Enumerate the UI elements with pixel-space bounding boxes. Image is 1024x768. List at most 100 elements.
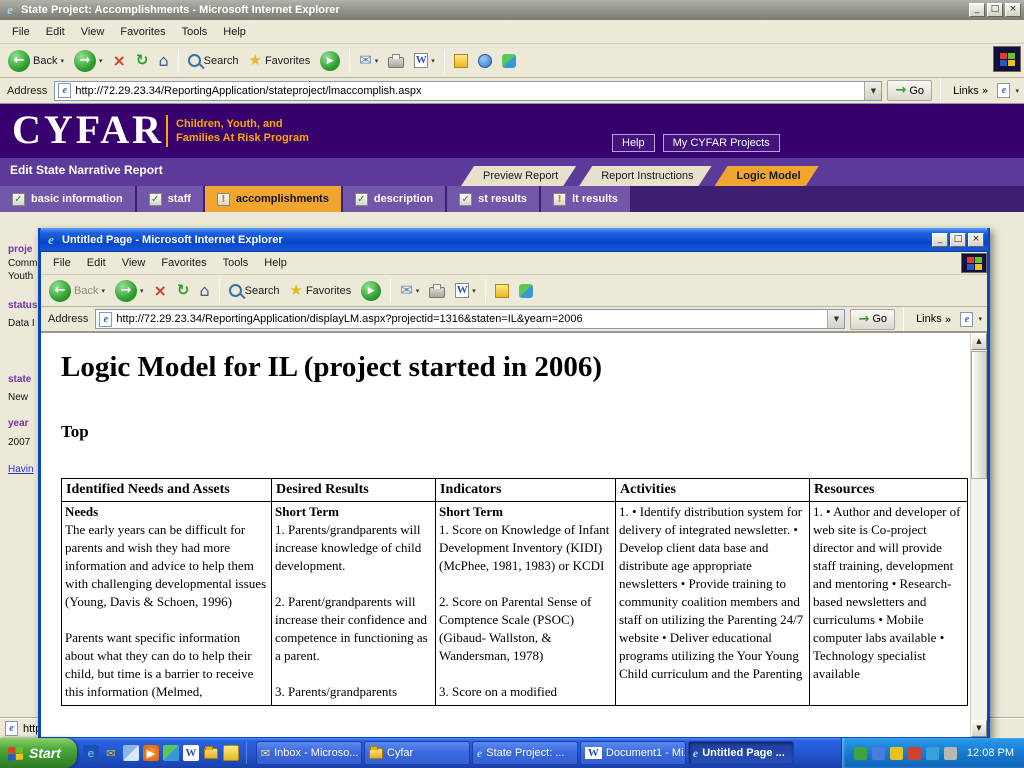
help-button[interactable]: Help [612,134,655,152]
menu-edit[interactable]: Edit [38,22,73,42]
ie-icon[interactable]: e [83,745,99,761]
show-desktop-icon[interactable] [123,745,139,761]
folder-icon[interactable] [203,745,219,761]
popup-maximize-button[interactable]: □ [950,233,966,247]
menu-help[interactable]: Help [256,253,295,273]
scroll-down-icon[interactable]: ▼ [971,720,987,737]
home-button[interactable]: ⌂ [195,281,213,301]
extra-dropdown-icon[interactable]: ▾ [978,315,982,323]
tray-icon-4[interactable] [908,747,921,760]
taskbar-button-untitled-page[interactable]: e Untitled Page ... [688,741,794,765]
refresh-button[interactable]: ↻ [173,281,194,300]
notes-icon[interactable] [223,745,239,761]
tray-icon-2[interactable] [872,747,885,760]
menu-edit[interactable]: Edit [79,253,114,273]
start-button[interactable]: Start [0,738,77,768]
tab-report-instructions[interactable]: Report Instructions [579,166,711,186]
forward-button[interactable]: → ▾ [70,48,107,74]
top-anchor-link[interactable]: Top [61,422,89,442]
favorites-button[interactable]: ★ Favorites [286,281,356,300]
messenger-icon[interactable] [163,745,179,761]
media-button[interactable]: ▶ [357,279,385,303]
extra-dropdown-icon[interactable]: ▾ [1015,87,1019,95]
close-button[interactable]: × [1005,3,1021,17]
links-button[interactable]: Links » [912,313,955,325]
stop-button[interactable]: × [109,51,130,71]
tab-preview-report[interactable]: Preview Report [461,166,576,186]
sidebar-link[interactable]: Havin [8,464,34,475]
forward-dropdown-icon[interactable]: ▾ [140,287,144,295]
mail-button[interactable]: ✉ ▾ [396,281,423,300]
address-input[interactable]: e http://72.29.23.34/ReportingApplicatio… [95,309,845,329]
menu-tools[interactable]: Tools [174,22,216,42]
mail-button[interactable]: ✉ ▾ [355,51,382,70]
media-button[interactable]: ▶ [316,49,344,73]
taskbar-button-state-project[interactable]: e State Project: ... [472,741,578,765]
messenger-button[interactable] [515,282,537,300]
popup-minimize-button[interactable]: _ [932,233,948,247]
menu-favorites[interactable]: Favorites [112,22,173,42]
tab-st-results[interactable]: ✓ st results [447,186,539,212]
tab-lt-results[interactable]: ! lt results [541,186,630,212]
mail-dropdown-icon[interactable]: ▾ [416,287,420,295]
menu-help[interactable]: Help [215,22,254,42]
tab-description[interactable]: ✓ description [343,186,445,212]
forward-button[interactable]: → ▾ [111,278,148,304]
norton-icon[interactable]: e [960,312,973,327]
tab-staff[interactable]: ✓ staff [137,186,203,212]
minimize-button[interactable]: _ [969,3,985,17]
address-value[interactable]: http://72.29.23.34/ReportingApplication/… [116,313,823,325]
main-title-bar[interactable]: e State Project: Accomplishments - Micro… [0,0,1024,20]
tab-basic-information[interactable]: ✓ basic information [0,186,135,212]
go-button[interactable]: → Go [887,80,932,101]
menu-file[interactable]: File [45,253,79,273]
print-button[interactable] [425,281,449,300]
home-button[interactable]: ⌂ [154,51,172,71]
menu-favorites[interactable]: Favorites [153,253,214,273]
tray-icon-1[interactable] [854,747,867,760]
menu-view[interactable]: View [114,253,154,273]
favorites-button[interactable]: ★ Favorites [245,51,315,70]
tray-icon-3[interactable] [890,747,903,760]
scroll-up-icon[interactable]: ▲ [971,333,987,350]
mail-dropdown-icon[interactable]: ▾ [375,57,379,65]
media-player-icon[interactable]: ▶ [143,745,159,761]
word-icon[interactable]: W [183,745,199,761]
search-button[interactable]: Search [225,282,284,299]
discuss-button[interactable] [491,282,513,300]
norton-icon[interactable]: e [997,83,1010,98]
popup-title-bar[interactable]: e Untitled Page - Microsoft Internet Exp… [40,228,988,252]
history-button[interactable] [474,52,496,70]
word-dropdown-icon[interactable]: ▾ [431,57,435,65]
popup-close-button[interactable]: × [968,233,984,247]
address-dropdown[interactable]: ▼ [827,310,844,328]
word-dropdown-icon[interactable]: ▾ [472,287,476,295]
maximize-button[interactable]: □ [987,3,1003,17]
tray-icon-5[interactable] [926,747,939,760]
forward-dropdown-icon[interactable]: ▾ [99,57,103,65]
back-button[interactable]: ← Back ▾ [45,278,109,304]
go-button[interactable]: → Go [850,309,895,330]
back-button[interactable]: ← Back ▾ [4,48,68,74]
edit-with-word-button[interactable]: W ▾ [451,281,480,300]
outlook-icon[interactable]: ✉ [103,745,119,761]
menu-tools[interactable]: Tools [215,253,257,273]
taskbar-button-cyfar[interactable]: Cyfar [364,741,470,765]
edit-with-word-button[interactable]: W ▾ [410,51,439,70]
popup-scrollbar[interactable]: ▲ ▼ [970,333,987,737]
taskbar-button-inbox[interactable]: ✉ Inbox - Microso... [256,741,362,765]
scrollbar-thumb[interactable] [971,351,987,479]
stop-button[interactable]: × [150,281,171,301]
menu-file[interactable]: File [4,22,38,42]
discuss-button[interactable] [450,52,472,70]
back-dropdown-icon[interactable]: ▾ [101,287,105,295]
tray-icon-6[interactable] [944,747,957,760]
address-dropdown[interactable]: ▼ [864,82,881,100]
back-dropdown-icon[interactable]: ▾ [60,57,64,65]
tab-accomplishments[interactable]: ! accomplishments [205,186,341,212]
links-button[interactable]: Links » [949,85,992,97]
search-button[interactable]: Search [184,52,243,69]
tab-logic-model[interactable]: Logic Model [715,166,819,186]
my-cyfar-projects-button[interactable]: My CYFAR Projects [663,134,780,152]
print-button[interactable] [384,51,408,70]
